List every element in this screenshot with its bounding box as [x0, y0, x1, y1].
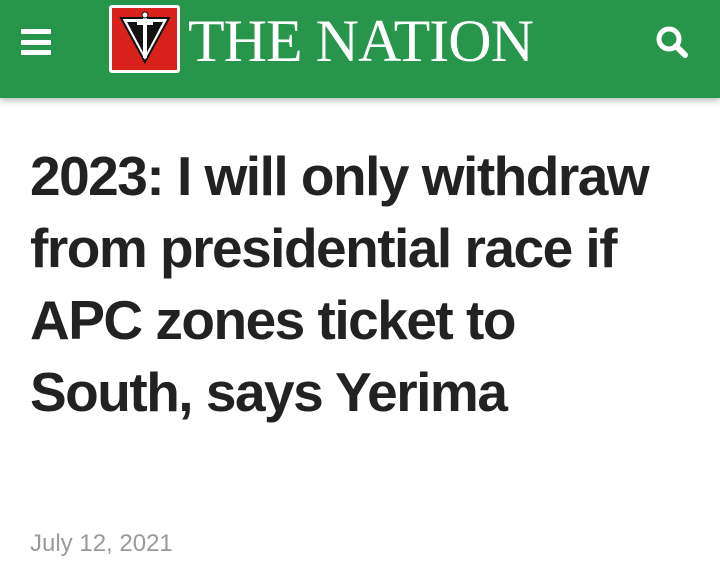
menu-bar — [21, 50, 51, 55]
article-date: July 12, 2021 — [30, 530, 173, 557]
hamburger-menu-icon[interactable] — [21, 29, 51, 55]
site-name: THE NATION — [188, 8, 534, 74]
menu-bar — [21, 39, 51, 45]
site-header: THE NATION — [0, 0, 720, 98]
sword-shield-emblem-icon — [109, 5, 180, 73]
article-headline: 2023: I will only withdraw from presiden… — [30, 145, 650, 423]
site-logo[interactable]: THE NATION — [109, 4, 534, 74]
search-icon[interactable] — [652, 22, 692, 62]
menu-bar — [21, 29, 51, 34]
